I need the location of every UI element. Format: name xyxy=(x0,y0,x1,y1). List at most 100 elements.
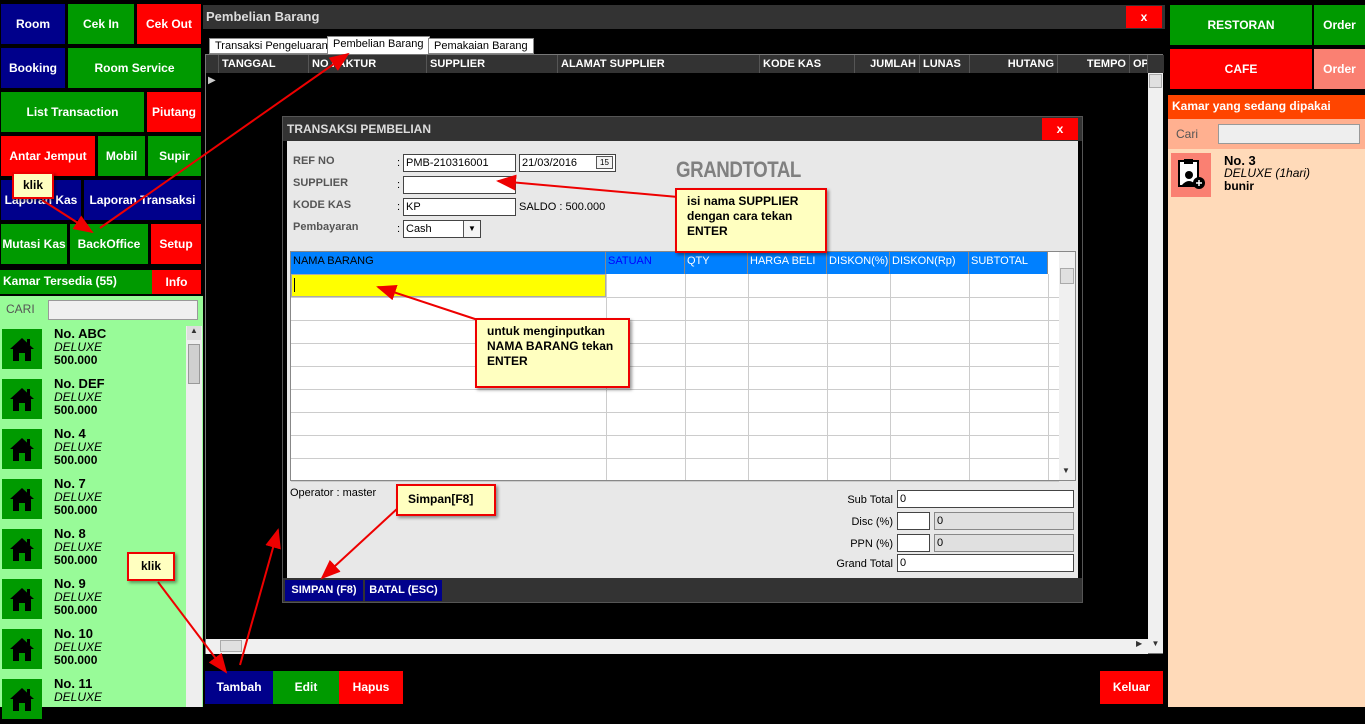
tab-pembelian-barang[interactable]: Pembelian Barang xyxy=(327,36,430,54)
room-type: DELUXE xyxy=(54,540,103,554)
room-item[interactable]: No. 9 DELUXE 500.000 xyxy=(0,576,185,624)
grandtotal-label: GRANDTOTAL xyxy=(676,157,801,182)
left-panel: Room Cek In Cek Out Booking Room Service… xyxy=(0,0,203,719)
order-restoran-button[interactable]: Order xyxy=(1314,5,1365,45)
grid-row-line xyxy=(291,320,1059,321)
refno-label: REF NO xyxy=(293,155,335,167)
house-icon xyxy=(2,329,42,369)
chevron-down-icon[interactable]: ▼ xyxy=(463,221,480,237)
list-transaction-button[interactable]: List Transaction xyxy=(1,92,144,132)
room-price: 500.000 xyxy=(54,603,98,617)
col-diskon-pct: DISKON(%) xyxy=(827,252,890,274)
disc-pct-input[interactable] xyxy=(897,512,930,530)
main-close-button[interactable]: x xyxy=(1126,6,1162,28)
room-name: No. 8 xyxy=(54,526,86,541)
grid-col-line xyxy=(827,274,828,480)
tambah-button[interactable]: Tambah xyxy=(205,671,273,704)
cari-input-right[interactable] xyxy=(1218,124,1360,144)
tab-transaksi-pengeluaran[interactable]: Transaksi Pengeluaran xyxy=(209,38,334,54)
order-cafe-button[interactable]: Order xyxy=(1314,49,1365,89)
dialog-close-button[interactable]: x xyxy=(1042,118,1078,140)
col-lunas: LUNAS xyxy=(920,55,970,73)
room-service-button[interactable]: Room Service xyxy=(68,48,201,88)
laporan-transaksi-button[interactable]: Laporan Transaksi xyxy=(84,180,201,220)
room-item[interactable]: No. 4 DELUXE 500.000 xyxy=(0,426,185,474)
mutasi-kas-button[interactable]: Mutasi Kas xyxy=(1,224,67,264)
kamar-tersedia-header: Kamar Tersedia (55) xyxy=(0,270,152,294)
purchase-grid-hscroll[interactable]: ▶ xyxy=(206,639,1148,654)
grid-col-line xyxy=(685,274,686,480)
kodekas-input[interactable]: KP xyxy=(403,198,516,216)
callout-klik-backoffice: klik xyxy=(12,172,55,199)
cek-out-button[interactable]: Cek Out xyxy=(137,4,201,44)
callout-nama-barang: untuk menginputkan NAMA BARANG tekan ENT… xyxy=(475,318,630,388)
purchase-grid-vscroll[interactable]: ▼ xyxy=(1148,73,1163,653)
col-nama-barang: NAMA BARANG xyxy=(291,252,606,274)
simpan-button[interactable]: SIMPAN (F8) xyxy=(285,580,363,601)
dialog-title-bar: TRANSAKSI PEMBELIAN x xyxy=(283,117,1082,141)
grid-row-line xyxy=(291,366,1059,367)
grid-row-line xyxy=(291,343,1059,344)
room-item[interactable]: No. 11 DELUXE xyxy=(0,676,185,724)
subtotal-field: 0 xyxy=(897,490,1074,508)
pembayaran-select[interactable]: Cash ▼ xyxy=(403,220,481,238)
cafe-button[interactable]: CAFE xyxy=(1170,49,1312,89)
col-qty: QTY xyxy=(685,252,748,274)
col-alamat-supplier: ALAMAT SUPPLIER xyxy=(558,55,760,73)
row-indicator-icon: ▶ xyxy=(208,75,216,86)
ppn-pct-input[interactable] xyxy=(897,534,930,552)
room-price: 500.000 xyxy=(54,403,98,417)
col-supplier: SUPPLIER xyxy=(427,55,558,73)
room-occupied-icon[interactable] xyxy=(1171,153,1211,197)
batal-button[interactable]: BATAL (ESC) xyxy=(365,580,442,601)
room-item[interactable]: No. 7 DELUXE 500.000 xyxy=(0,476,185,524)
ppn-value-field: 0 xyxy=(934,534,1074,552)
supir-button[interactable]: Supir xyxy=(148,136,201,176)
piutang-button[interactable]: Piutang xyxy=(147,92,201,132)
used-room-type: DELUXE (1hari) xyxy=(1224,166,1311,180)
col-hutang: HUTANG xyxy=(970,55,1058,73)
grid-row-line xyxy=(291,412,1059,413)
room-list-scrollbar[interactable]: ▲ xyxy=(186,326,202,707)
col-op: OP xyxy=(1130,55,1148,73)
col-jumlah: JUMLAH xyxy=(855,55,920,73)
grandtotal-field-label: Grand Total xyxy=(836,558,893,570)
pembayaran-label: Pembayaran xyxy=(293,221,359,233)
calendar-icon[interactable]: 15 xyxy=(596,156,613,169)
used-room-list: Cari No. 3 DELUXE (1hari) bunir xyxy=(1168,119,1365,707)
purchase-grid-header: TANGGAL NO FAKTUR SUPPLIER ALAMAT SUPPLI… xyxy=(206,55,1164,73)
restoran-button[interactable]: RESTORAN xyxy=(1170,5,1312,45)
room-price: 500.000 xyxy=(54,503,98,517)
grid-row-line xyxy=(291,481,1059,482)
room-item[interactable]: No. 10 DELUXE 500.000 xyxy=(0,626,185,674)
room-button[interactable]: Room xyxy=(1,4,65,44)
room-price: 500.000 xyxy=(54,453,98,467)
supplier-input[interactable] xyxy=(403,176,516,194)
backoffice-button[interactable]: BackOffice xyxy=(70,224,148,264)
booking-button[interactable]: Booking xyxy=(1,48,65,88)
grid-row-line xyxy=(291,297,1059,298)
info-button[interactable]: Info xyxy=(152,270,201,294)
antar-jemput-button[interactable]: Antar Jemput xyxy=(1,136,95,176)
mobil-button[interactable]: Mobil xyxy=(98,136,145,176)
setup-button[interactable]: Setup xyxy=(151,224,201,264)
hapus-button[interactable]: Hapus xyxy=(339,671,403,704)
right-panel: RESTORAN Order CAFE Order Kamar yang sed… xyxy=(1168,0,1365,707)
room-price: 500.000 xyxy=(54,353,98,367)
cek-in-button[interactable]: Cek In xyxy=(68,4,134,44)
edit-button[interactable]: Edit xyxy=(273,671,339,704)
room-price: 500.000 xyxy=(54,653,98,667)
room-item[interactable]: No. DEF DELUXE 500.000 xyxy=(0,376,185,424)
item-grid-scrollbar[interactable]: ▼ xyxy=(1059,252,1075,480)
grid-col-line xyxy=(1048,274,1049,480)
grid-row-line xyxy=(291,389,1059,390)
keluar-button[interactable]: Keluar xyxy=(1100,671,1163,704)
disc-value-field: 0 xyxy=(934,512,1074,530)
refno-input[interactable]: PMB-210316001 xyxy=(403,154,516,172)
nama-barang-input[interactable] xyxy=(291,274,606,297)
cari-input[interactable] xyxy=(48,300,198,320)
date-picker[interactable]: 21/03/2016 15 xyxy=(519,154,616,172)
room-item[interactable]: No. ABC DELUXE 500.000 xyxy=(0,326,185,374)
col-harga-beli: HARGA BELI xyxy=(748,252,827,274)
tab-pemakaian-barang[interactable]: Pemakaian Barang xyxy=(428,38,534,54)
